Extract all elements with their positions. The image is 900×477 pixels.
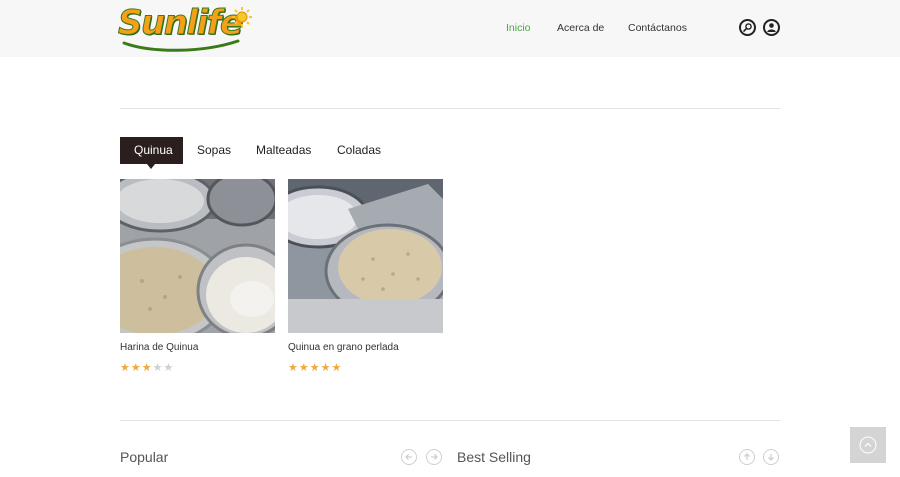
quinoa-grains-photo (288, 179, 443, 333)
star-filled-icon: ★ (120, 362, 131, 374)
star-filled-icon: ★ (288, 362, 299, 374)
product-image-quinua-en-grano-perlada[interactable] (288, 179, 443, 333)
arrow-up-icon (744, 453, 750, 460)
best-selling-up-button[interactable] (739, 449, 755, 465)
product-rating: ★★★★★ (288, 361, 342, 374)
scroll-to-top-button[interactable] (850, 427, 886, 463)
flour-bowls-photo (120, 179, 275, 333)
site-header: Sunlife Inicio Acerca de Contáctanos (0, 0, 900, 57)
popular-title: Popular (120, 449, 169, 465)
user-icon (767, 23, 776, 32)
nav-acerca-de[interactable]: Acerca de (557, 22, 604, 34)
nav-inicio[interactable]: Inicio (506, 22, 531, 34)
star-filled-icon: ★ (331, 362, 343, 374)
star-filled-icon: ★ (320, 362, 332, 374)
sunlife-logo[interactable]: Sunlife (118, 3, 254, 55)
tab-quinua[interactable]: Quinua (120, 137, 183, 164)
divider (120, 420, 780, 421)
arrow-left-icon (405, 454, 412, 460)
popular-next-button[interactable] (426, 449, 442, 465)
logo-swoosh (122, 39, 240, 52)
star-filled-icon: ★ (309, 362, 321, 374)
star-filled-icon: ★ (141, 362, 153, 374)
star-empty-icon: ★ (152, 362, 164, 374)
arrow-right-icon (431, 454, 438, 460)
star-filled-icon: ★ (298, 362, 310, 374)
product-image-harina-de-quinua[interactable] (120, 179, 275, 333)
search-icon (743, 23, 752, 32)
sun-icon (232, 7, 252, 27)
active-tab-caret (147, 164, 155, 169)
star-empty-icon: ★ (163, 362, 175, 374)
divider (120, 108, 780, 109)
best-selling-down-button[interactable] (763, 449, 779, 465)
chevron-up-icon (859, 436, 877, 454)
nav-contactanos[interactable]: Contáctanos (628, 22, 687, 34)
logo-wordmark: Sunlife (118, 3, 244, 44)
star-filled-icon: ★ (130, 362, 142, 374)
product-name[interactable]: Harina de Quinua (120, 342, 198, 353)
user-button[interactable] (763, 19, 780, 36)
popular-prev-button[interactable] (401, 449, 417, 465)
tab-malteadas[interactable]: Malteadas (256, 137, 311, 164)
best-selling-title: Best Selling (457, 449, 531, 465)
tab-coladas[interactable]: Coladas (337, 137, 381, 164)
search-button[interactable] (739, 19, 756, 36)
tab-sopas[interactable]: Sopas (197, 137, 231, 164)
product-name[interactable]: Quinua en grano perlada (288, 342, 399, 353)
product-rating: ★★★★★ (120, 361, 174, 374)
arrow-down-icon (768, 454, 774, 461)
